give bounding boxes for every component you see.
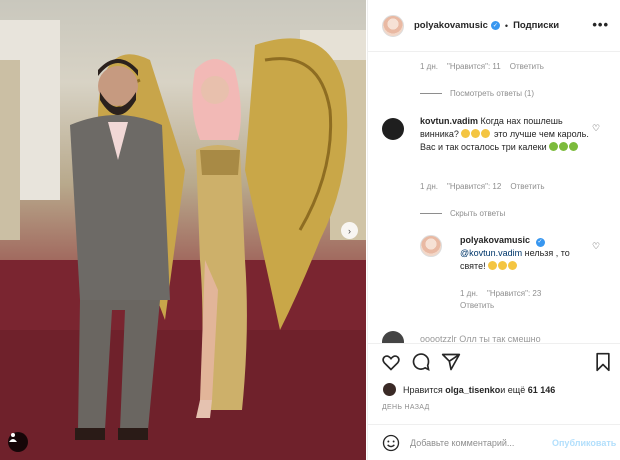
replies-line (420, 213, 442, 214)
liker-avatar[interactable] (382, 382, 397, 397)
author-username[interactable]: polyakovamusic (414, 20, 488, 31)
like-heart-icon[interactable] (381, 352, 401, 372)
comment-time: 1 дн. (420, 182, 438, 191)
reply-button[interactable]: Ответить (460, 301, 494, 310)
author-avatar[interactable] (382, 14, 404, 37)
reply-mention[interactable]: @kovtun.vadim (460, 248, 522, 258)
reply-button[interactable]: Ответить (510, 182, 544, 191)
hide-replies-button[interactable]: Скрыть ответы (420, 209, 505, 218)
publish-button[interactable]: Опубликовать (552, 438, 616, 448)
comments-list: 1 дн. "Нравится": 11 Ответить Посмотреть… (368, 53, 620, 343)
replies-line (420, 93, 442, 94)
view-replies-button[interactable]: Посмотреть ответы (1) (420, 89, 534, 98)
emoji-icon (471, 129, 481, 138)
post-time: ДЕНЬ НАЗАД (382, 404, 430, 411)
reply-meta: 1 дн. "Нравится": 23 (460, 289, 541, 298)
liked-by: Нравится olga_tisenko и ещё 61 146 (382, 382, 555, 397)
emoji-icon (549, 142, 559, 151)
separator-dot: • (504, 20, 509, 31)
more-options-icon[interactable]: ••• (592, 17, 609, 32)
comment-avatar[interactable] (382, 118, 404, 140)
like-reply-heart-icon[interactable]: ♡ (592, 241, 600, 252)
liked-by-user[interactable]: olga_tisenko (445, 385, 500, 395)
post-header: polyakovamusic ✓ • Подписки ••• (368, 0, 620, 52)
next-photo-button[interactable]: › (341, 222, 358, 239)
add-comment-bar: Опубликовать (368, 424, 620, 460)
post-sidebar: polyakovamusic ✓ • Подписки ••• 1 дн. "Н… (367, 0, 620, 460)
comment-meta-kovtun: 1 дн. "Нравится": 12 Ответить (420, 182, 545, 191)
emoji-icon (481, 129, 491, 138)
post-actions: Нравится olga_tisenko и ещё 61 146 ДЕНЬ … (368, 343, 620, 460)
hide-replies-label: Скрыть ответы (450, 209, 506, 218)
reply-button[interactable]: Ответить (510, 62, 544, 71)
tagged-users-icon[interactable] (8, 432, 28, 452)
view-replies-label: Посмотреть ответы (1) (450, 89, 535, 98)
comment-bubble-icon[interactable] (411, 352, 431, 372)
likes-count[interactable]: 61 146 (528, 385, 556, 395)
emoji-icon (508, 261, 518, 270)
emoji-icon (488, 261, 498, 270)
comment-body: kovtun.vadim Когда нах пошлешь винника? … (420, 115, 592, 154)
like-comment-heart-icon[interactable]: ♡ (592, 123, 600, 134)
comment-likes-count[interactable]: "Нравится": 12 (447, 182, 501, 191)
photo-illustration (0, 20, 366, 460)
liked-by-and: и ещё (500, 384, 526, 395)
comment-time: 1 дн. (420, 62, 438, 71)
following-button[interactable]: Подписки (513, 20, 559, 31)
post-photo[interactable]: › (0, 0, 366, 460)
instagram-post-modal: › polyakovamusic ✓ • Подписки ••• 1 дн. … (0, 0, 620, 460)
partial-comment: ооооtzzlг Олл ты так смешно (420, 334, 541, 343)
comment-input[interactable] (410, 438, 552, 448)
comment-time: 1 дн. (460, 289, 478, 298)
comment-avatar[interactable] (382, 331, 404, 343)
emoji-icon (498, 261, 508, 270)
verified-badge-icon: ✓ (490, 21, 500, 30)
emoji-smiley-icon[interactable] (382, 434, 400, 452)
comment-username[interactable]: kovtun.vadim (420, 116, 478, 126)
liked-by-prefix: Нравится (403, 384, 443, 395)
reply-meta-second: Ответить (460, 301, 494, 310)
verified-badge-icon: ✓ (535, 238, 545, 247)
share-paper-plane-icon[interactable] (441, 352, 461, 372)
emoji-icon (559, 142, 569, 151)
person-icon (9, 433, 17, 442)
comment-meta-first: 1 дн. "Нравится": 11 Ответить (420, 62, 544, 71)
emoji-icon (569, 142, 579, 151)
reply-username[interactable]: polyakovamusic (460, 235, 530, 245)
save-bookmark-icon[interactable] (594, 352, 612, 372)
comment-likes-count[interactable]: "Нравится": 11 (447, 62, 501, 71)
emoji-icon (461, 129, 471, 138)
reply-body: polyakovamusic ✓ @kovtun.vadim нельзя , … (460, 234, 590, 273)
comment-likes-count[interactable]: "Нравится": 23 (487, 289, 541, 298)
reply-avatar[interactable] (420, 235, 442, 257)
